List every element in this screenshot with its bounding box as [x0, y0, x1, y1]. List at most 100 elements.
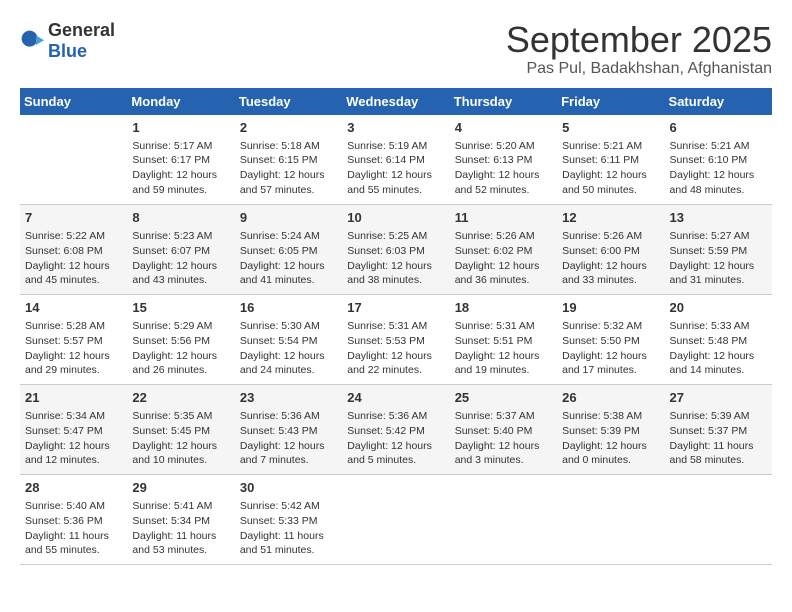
cell-content: and 22 minutes. — [347, 363, 444, 378]
cell-content: Sunrise: 5:33 AM — [670, 319, 767, 334]
day-number: 27 — [670, 389, 767, 407]
day-number: 29 — [132, 479, 229, 497]
day-number: 7 — [25, 209, 122, 227]
calendar-cell: 21Sunrise: 5:34 AMSunset: 5:47 PMDayligh… — [20, 385, 127, 475]
day-number: 10 — [347, 209, 444, 227]
cell-content: and 45 minutes. — [25, 273, 122, 288]
cell-content: Sunrise: 5:23 AM — [132, 229, 229, 244]
cell-content: Daylight: 12 hours — [670, 349, 767, 364]
cell-content: Sunset: 5:45 PM — [132, 424, 229, 439]
calendar-cell — [665, 475, 772, 565]
calendar-cell: 1Sunrise: 5:17 AMSunset: 6:17 PMDaylight… — [127, 115, 234, 205]
cell-content: and 10 minutes. — [132, 453, 229, 468]
calendar-cell: 2Sunrise: 5:18 AMSunset: 6:15 PMDaylight… — [235, 115, 342, 205]
cell-content: and 53 minutes. — [132, 543, 229, 558]
cell-content: Daylight: 12 hours — [25, 259, 122, 274]
calendar-cell: 24Sunrise: 5:36 AMSunset: 5:42 PMDayligh… — [342, 385, 449, 475]
cell-content: Sunrise: 5:20 AM — [455, 139, 552, 154]
day-number: 13 — [670, 209, 767, 227]
cell-content: and 19 minutes. — [455, 363, 552, 378]
calendar-cell: 23Sunrise: 5:36 AMSunset: 5:43 PMDayligh… — [235, 385, 342, 475]
cell-content: Sunrise: 5:19 AM — [347, 139, 444, 154]
day-number: 4 — [455, 119, 552, 137]
cell-content: Sunset: 5:33 PM — [240, 514, 337, 529]
header: General Blue September 2025 Pas Pul, Bad… — [20, 20, 772, 78]
month-title: September 2025 — [506, 20, 772, 60]
weekday-header-thursday: Thursday — [450, 88, 557, 115]
cell-content: Daylight: 12 hours — [240, 349, 337, 364]
day-number: 14 — [25, 299, 122, 317]
calendar-cell: 30Sunrise: 5:42 AMSunset: 5:33 PMDayligh… — [235, 475, 342, 565]
day-number: 25 — [455, 389, 552, 407]
cell-content: Sunrise: 5:26 AM — [455, 229, 552, 244]
cell-content: Sunrise: 5:17 AM — [132, 139, 229, 154]
day-number: 26 — [562, 389, 659, 407]
cell-content: Daylight: 11 hours — [132, 529, 229, 544]
cell-content: Sunset: 5:36 PM — [25, 514, 122, 529]
day-number: 24 — [347, 389, 444, 407]
day-number: 3 — [347, 119, 444, 137]
weekday-header-tuesday: Tuesday — [235, 88, 342, 115]
calendar-cell: 22Sunrise: 5:35 AMSunset: 5:45 PMDayligh… — [127, 385, 234, 475]
calendar-cell: 18Sunrise: 5:31 AMSunset: 5:51 PMDayligh… — [450, 295, 557, 385]
cell-content: and 12 minutes. — [25, 453, 122, 468]
cell-content: and 33 minutes. — [562, 273, 659, 288]
cell-content: Daylight: 12 hours — [562, 349, 659, 364]
cell-content: Sunrise: 5:36 AM — [347, 409, 444, 424]
cell-content: and 41 minutes. — [240, 273, 337, 288]
cell-content: Daylight: 12 hours — [562, 259, 659, 274]
calendar-cell — [450, 475, 557, 565]
weekday-header-sunday: Sunday — [20, 88, 127, 115]
day-number: 17 — [347, 299, 444, 317]
day-number: 20 — [670, 299, 767, 317]
cell-content: Sunset: 6:10 PM — [670, 153, 767, 168]
calendar-cell: 26Sunrise: 5:38 AMSunset: 5:39 PMDayligh… — [557, 385, 664, 475]
day-number: 30 — [240, 479, 337, 497]
cell-content: Daylight: 12 hours — [670, 259, 767, 274]
day-number: 9 — [240, 209, 337, 227]
cell-content: Daylight: 12 hours — [25, 439, 122, 454]
cell-content: Sunrise: 5:39 AM — [670, 409, 767, 424]
calendar-table: SundayMondayTuesdayWednesdayThursdayFrid… — [20, 88, 772, 566]
cell-content: and 50 minutes. — [562, 183, 659, 198]
cell-content: and 48 minutes. — [670, 183, 767, 198]
cell-content: Daylight: 12 hours — [347, 168, 444, 183]
calendar-cell: 10Sunrise: 5:25 AMSunset: 6:03 PMDayligh… — [342, 205, 449, 295]
cell-content: and 0 minutes. — [562, 453, 659, 468]
cell-content: Sunrise: 5:21 AM — [670, 139, 767, 154]
cell-content: Sunset: 5:59 PM — [670, 244, 767, 259]
calendar-cell: 28Sunrise: 5:40 AMSunset: 5:36 PMDayligh… — [20, 475, 127, 565]
cell-content: Daylight: 11 hours — [25, 529, 122, 544]
day-number: 5 — [562, 119, 659, 137]
weekday-header-saturday: Saturday — [665, 88, 772, 115]
cell-content: Sunrise: 5:30 AM — [240, 319, 337, 334]
cell-content: and 59 minutes. — [132, 183, 229, 198]
cell-content: Sunrise: 5:26 AM — [562, 229, 659, 244]
cell-content: and 29 minutes. — [25, 363, 122, 378]
weekday-header-row: SundayMondayTuesdayWednesdayThursdayFrid… — [20, 88, 772, 115]
calendar-cell: 4Sunrise: 5:20 AMSunset: 6:13 PMDaylight… — [450, 115, 557, 205]
calendar-cell: 8Sunrise: 5:23 AMSunset: 6:07 PMDaylight… — [127, 205, 234, 295]
cell-content: and 55 minutes. — [347, 183, 444, 198]
cell-content: Sunset: 6:05 PM — [240, 244, 337, 259]
day-number: 11 — [455, 209, 552, 227]
cell-content: Sunset: 5:39 PM — [562, 424, 659, 439]
calendar-cell — [342, 475, 449, 565]
week-row-4: 21Sunrise: 5:34 AMSunset: 5:47 PMDayligh… — [20, 385, 772, 475]
week-row-5: 28Sunrise: 5:40 AMSunset: 5:36 PMDayligh… — [20, 475, 772, 565]
logo-icon — [20, 29, 44, 53]
cell-content: Sunrise: 5:22 AM — [25, 229, 122, 244]
cell-content: and 7 minutes. — [240, 453, 337, 468]
calendar-cell: 14Sunrise: 5:28 AMSunset: 5:57 PMDayligh… — [20, 295, 127, 385]
day-number: 1 — [132, 119, 229, 137]
cell-content: Sunset: 5:48 PM — [670, 334, 767, 349]
cell-content: Sunset: 5:42 PM — [347, 424, 444, 439]
cell-content: and 55 minutes. — [25, 543, 122, 558]
cell-content: Sunset: 6:07 PM — [132, 244, 229, 259]
calendar-cell: 17Sunrise: 5:31 AMSunset: 5:53 PMDayligh… — [342, 295, 449, 385]
calendar-cell — [20, 115, 127, 205]
cell-content: Daylight: 11 hours — [240, 529, 337, 544]
cell-content: Sunrise: 5:18 AM — [240, 139, 337, 154]
weekday-header-monday: Monday — [127, 88, 234, 115]
cell-content: Daylight: 12 hours — [455, 168, 552, 183]
